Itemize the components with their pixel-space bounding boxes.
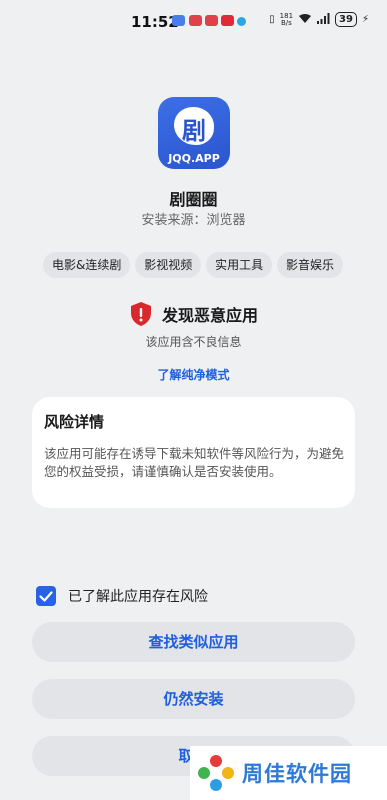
status-bar: 11:52 ▯ 181 B/s 39 ⚡	[0, 0, 387, 44]
warning-header: 发现恶意应用	[130, 302, 258, 326]
notification-icon	[189, 15, 202, 26]
consent-label: 已了解此应用存在风险	[68, 589, 208, 605]
learn-pure-mode-link[interactable]: 了解纯净模式	[0, 366, 387, 383]
network-speed: 181 B/s	[279, 11, 294, 27]
category-tag: 电影&连续剧	[43, 252, 131, 278]
category-tag: 影视视频	[135, 252, 202, 278]
watermark-logo-icon	[196, 753, 236, 793]
wifi-icon	[298, 13, 312, 27]
risk-details-card: 风险详情 该应用可能存在诱导下载未知软件等风险行为，为避免您的权益受损，请谨慎确…	[32, 397, 355, 508]
signal-icon	[317, 12, 330, 27]
find-similar-button[interactable]: 查找类似应用	[32, 622, 355, 662]
checkmark-icon	[39, 590, 53, 602]
notification-icon	[172, 15, 185, 26]
notification-icon	[237, 17, 246, 26]
consent-row[interactable]: 已了解此应用存在风险	[36, 586, 208, 606]
install-source: 安装来源：浏览器	[141, 213, 246, 228]
category-tag: 实用工具	[206, 252, 273, 278]
warning-title: 发现恶意应用	[162, 306, 259, 325]
install-anyway-button[interactable]: 仍然安装	[32, 679, 355, 719]
category-tag: 影音娱乐	[276, 252, 343, 278]
risk-description: 该应用可能存在诱导下载未知软件等风险行为，为避免您的权益受损，请谨慎确认是否安装…	[44, 446, 345, 479]
status-icons: ▯ 181 B/s 39 ⚡	[269, 12, 369, 27]
warning-subtitle: 该应用含不良信息	[145, 335, 242, 349]
risk-title: 风险详情	[44, 413, 105, 431]
battery-icon: 39	[335, 12, 357, 27]
vibrate-icon: ▯	[269, 14, 275, 25]
notification-icon	[205, 15, 218, 26]
watermark: 周佳软件园	[190, 746, 387, 800]
consent-checkbox[interactable]	[36, 586, 56, 606]
app-icon: 剧 JQQ.APP	[158, 97, 230, 169]
charging-icon: ⚡	[361, 14, 369, 25]
notification-icon	[221, 15, 234, 26]
app-name: 剧圈圈	[169, 190, 218, 209]
shield-warning-icon	[131, 302, 151, 326]
watermark-text: 周佳软件园	[242, 762, 352, 786]
category-tags: 电影&连续剧 影视视频 实用工具 影音娱乐	[43, 252, 343, 278]
